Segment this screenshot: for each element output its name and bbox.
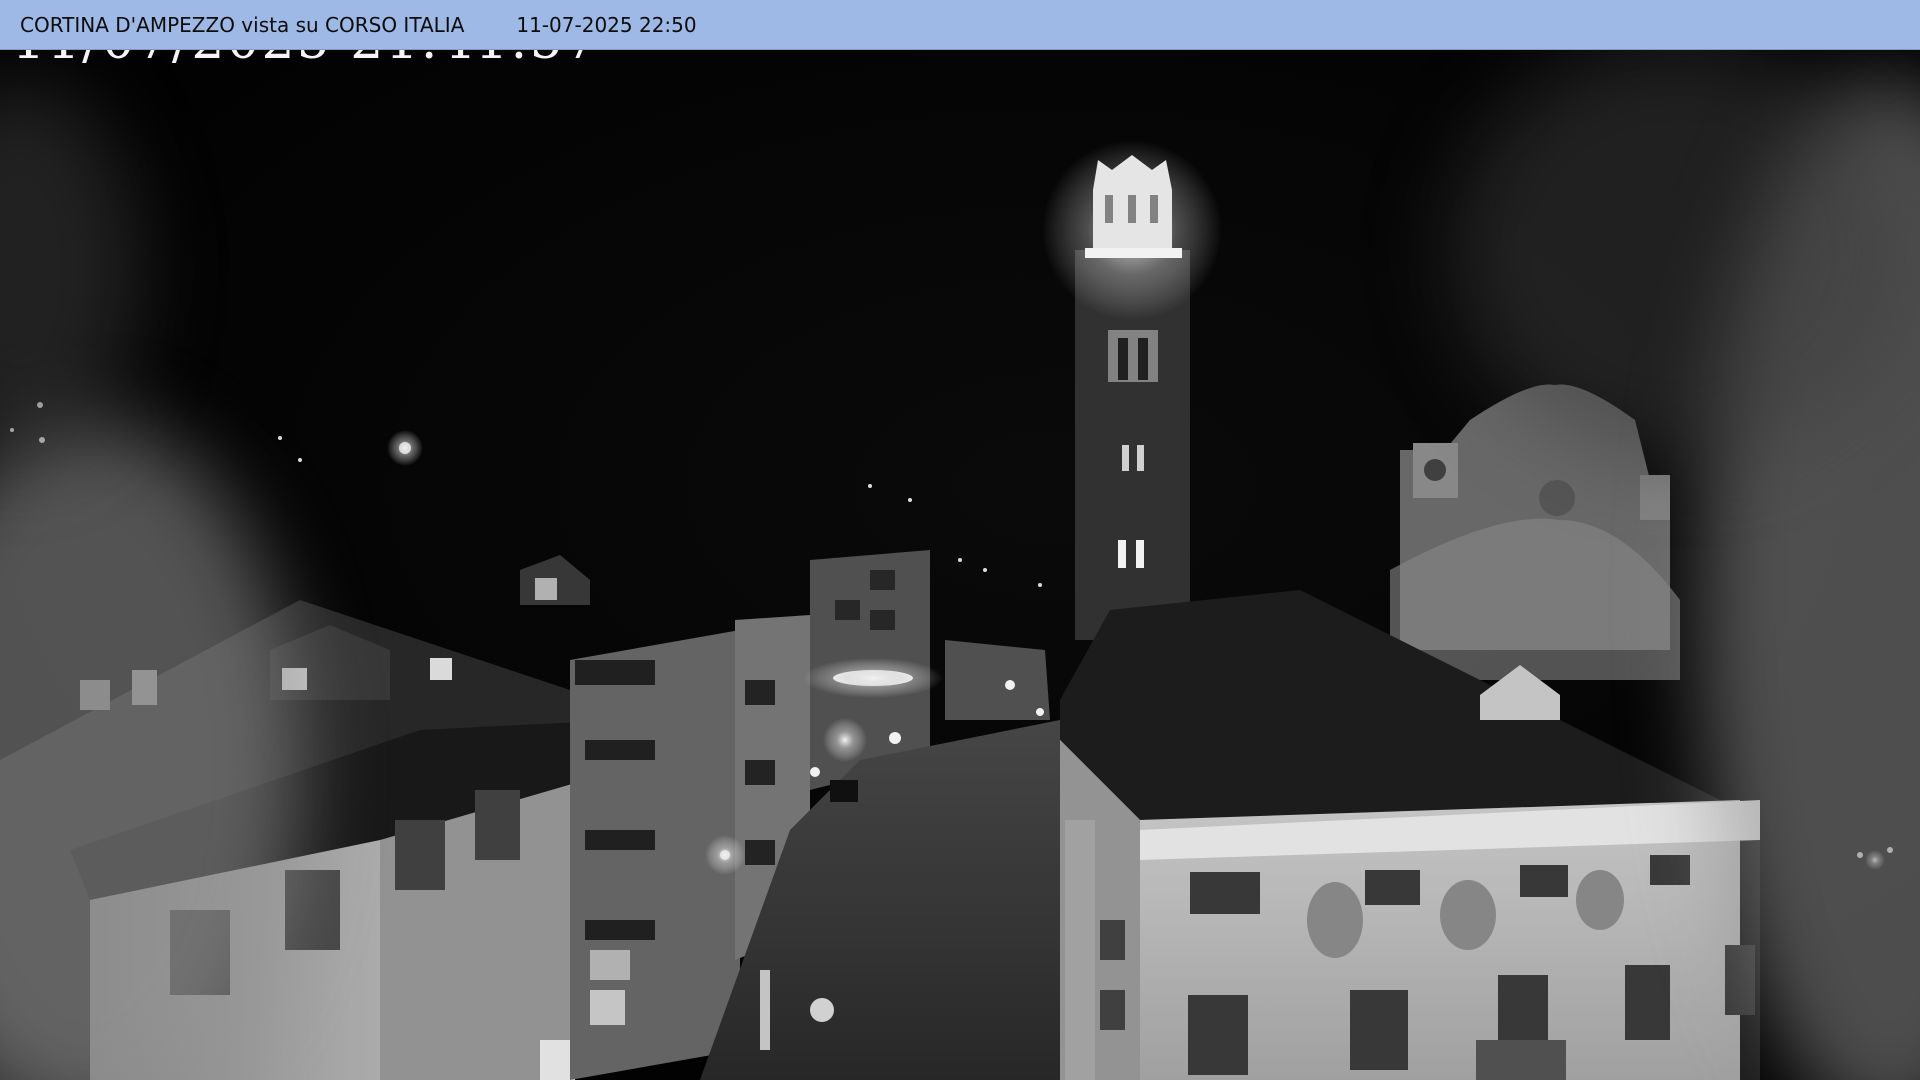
capture-datetime: 11-07-2025 22:50 [516,12,697,37]
webcam-image [0,0,1920,1080]
webcam-viewer: 11/07/2025 21:41:57 CORTINA D'AMPEZZO vi… [0,0,1920,1080]
header-bar: CORTINA D'AMPEZZO vista su CORSO ITALIA … [0,0,1920,50]
page-title: CORTINA D'AMPEZZO vista su CORSO ITALIA [20,12,465,37]
